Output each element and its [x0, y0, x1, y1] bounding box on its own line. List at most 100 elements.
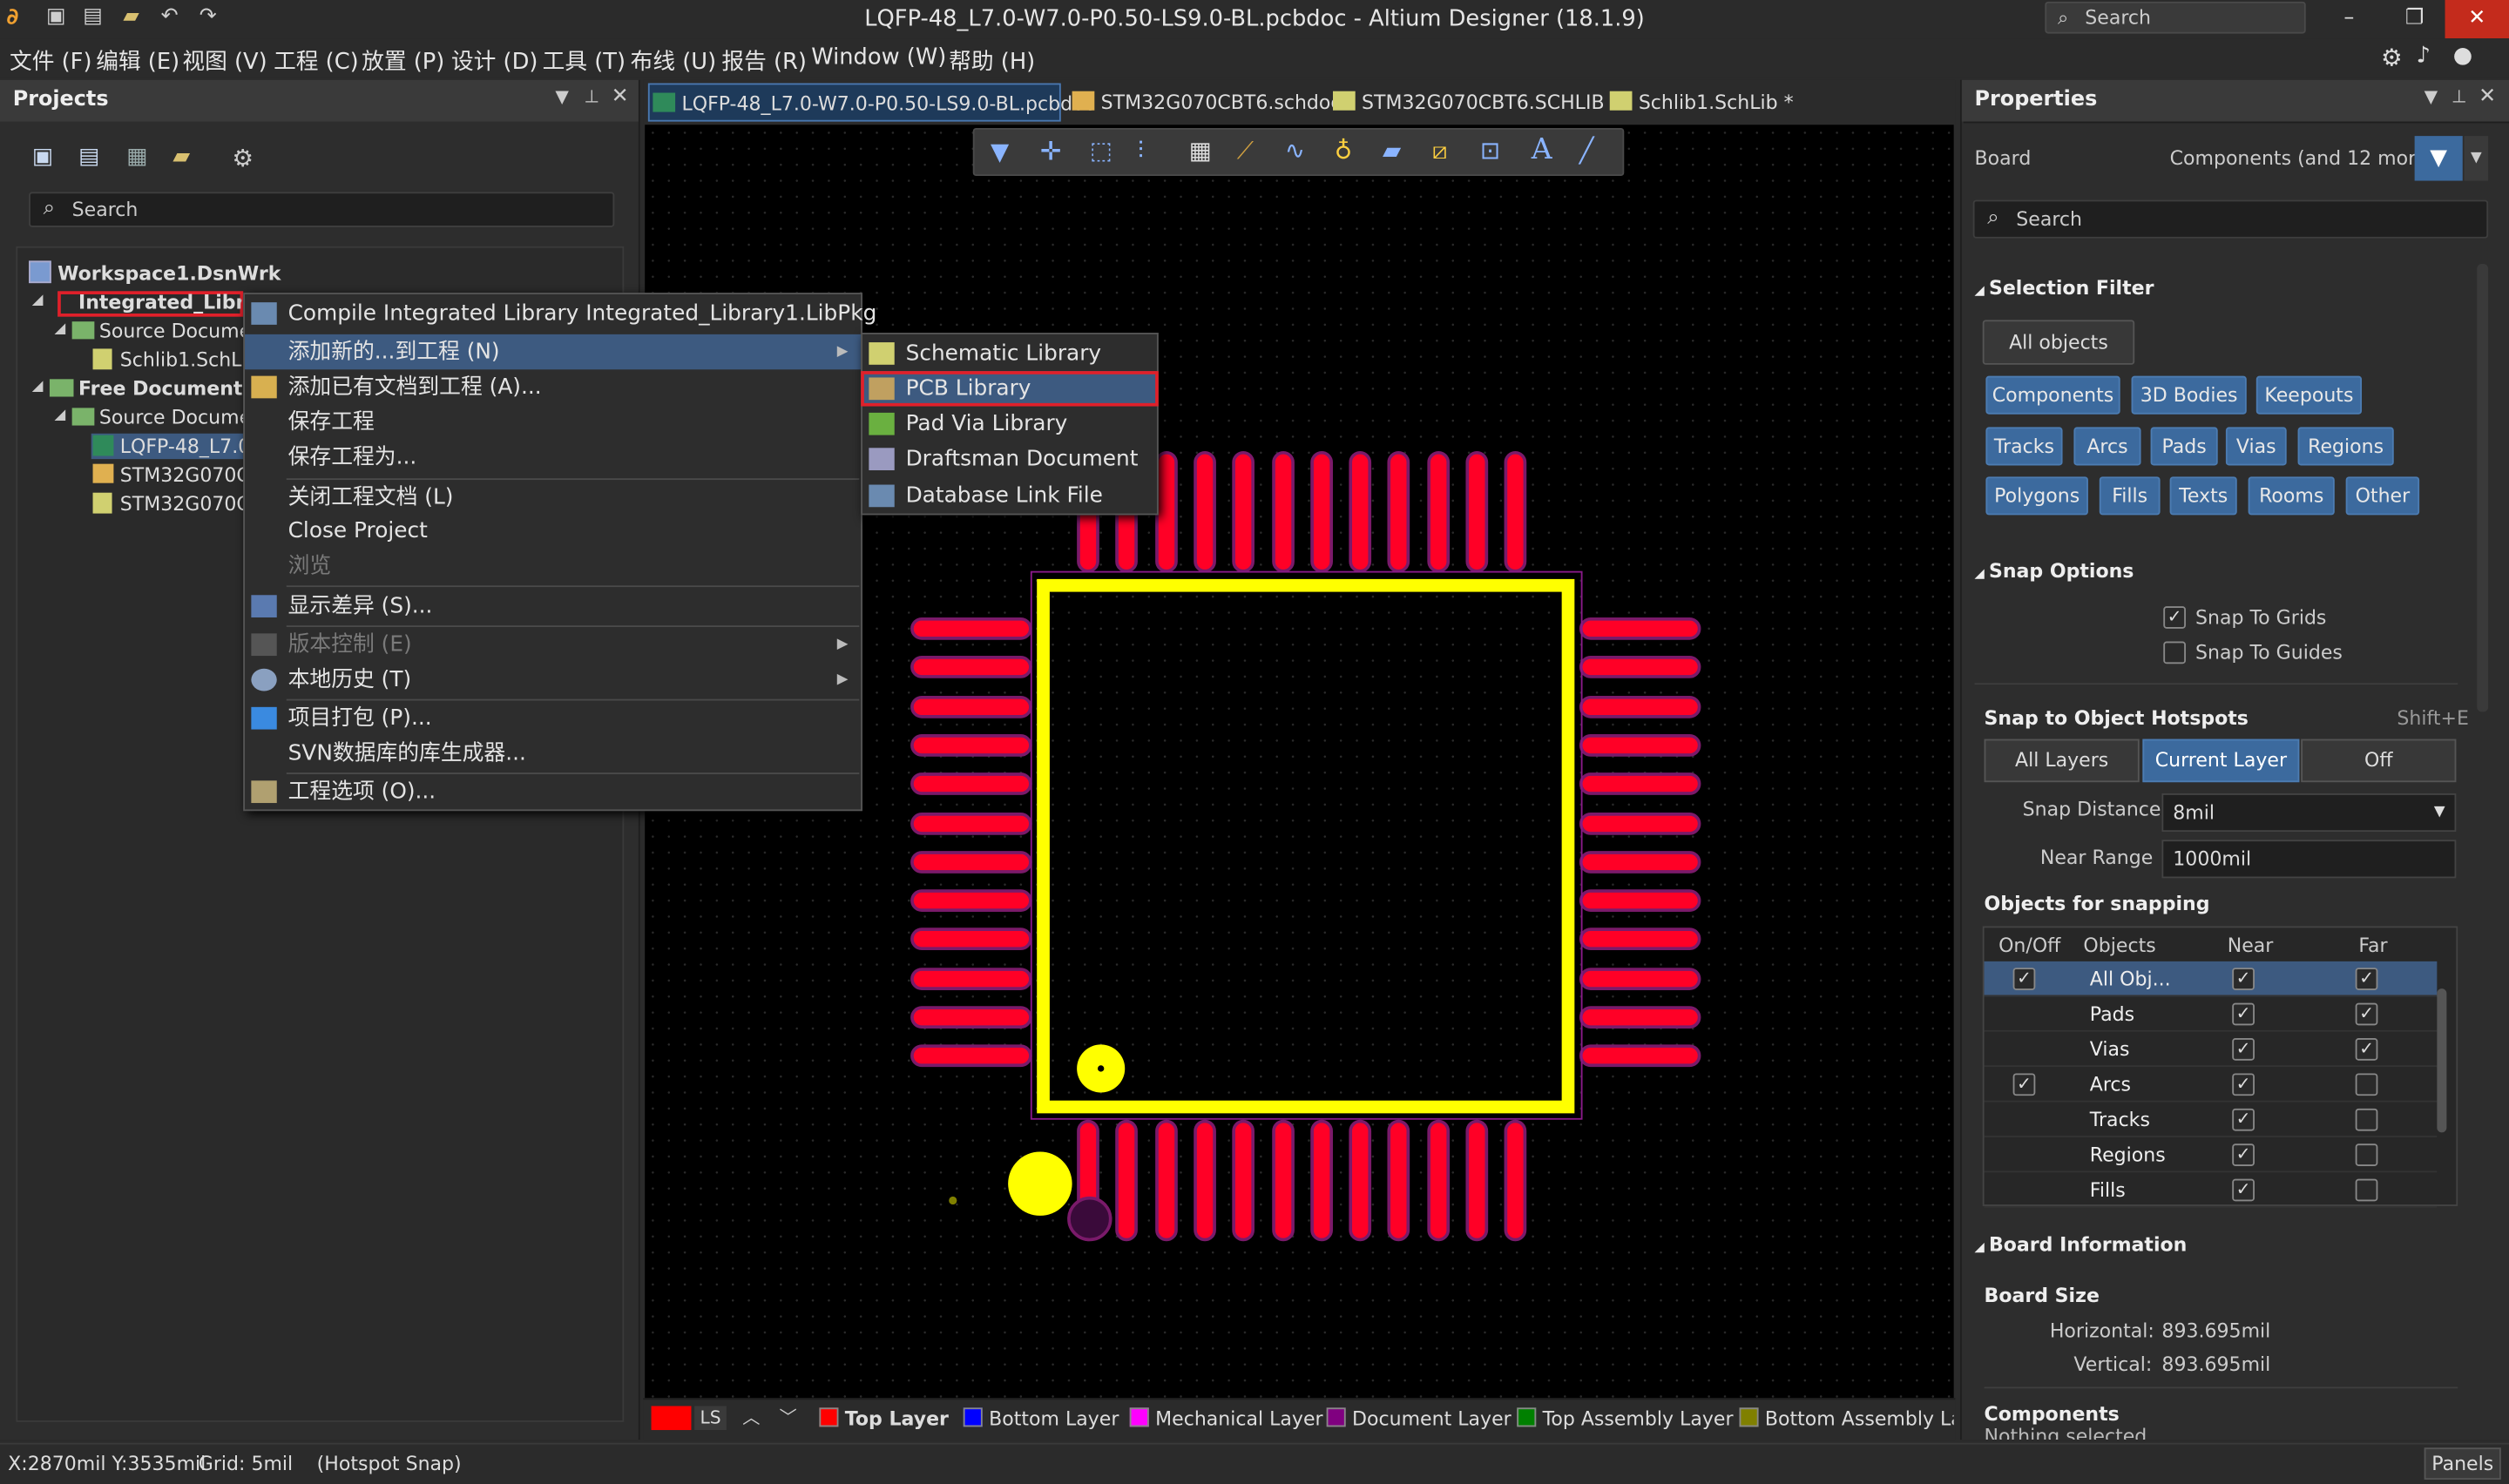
far-checkbox[interactable]: ✓ — [2355, 1038, 2378, 1061]
pad[interactable] — [910, 695, 1032, 718]
menu-save-project-as[interactable]: 保存工程为... — [245, 440, 861, 475]
far-checkbox[interactable] — [2355, 1143, 2378, 1166]
menu-window[interactable]: Window (W) — [811, 44, 946, 70]
layer-tab[interactable]: Mechanical Layer — [1126, 1405, 1323, 1433]
current-layer-toggle[interactable]: Current Layer — [2142, 739, 2300, 783]
menu-edit[interactable]: 编辑 (E) — [96, 44, 179, 77]
component-icon[interactable]: ▦ — [1189, 136, 1212, 165]
on-off-checkbox[interactable] — [2013, 1038, 2036, 1061]
pad[interactable] — [1579, 733, 1701, 757]
tree-source-documents-1[interactable]: Source Documents — [99, 320, 247, 342]
properties-scrollbar[interactable] — [2477, 264, 2489, 712]
filter-regions-button[interactable]: Regions — [2297, 427, 2394, 466]
pad[interactable] — [1194, 450, 1216, 573]
layer-tab[interactable]: Document Layer — [1323, 1405, 1511, 1433]
pad[interactable] — [1154, 1119, 1178, 1242]
panel-close-icon[interactable]: ✕ — [2479, 84, 2496, 109]
menu-local-history[interactable]: 本地历史 (T) ▶ — [245, 662, 861, 697]
pad[interactable] — [1271, 1119, 1295, 1242]
tree-integrated-library[interactable]: Integrated_Library1.LibPkg — [78, 291, 241, 314]
properties-search-input[interactable]: ⌕ Search — [1972, 199, 2489, 239]
all-objects-button[interactable]: All objects — [1982, 320, 2135, 365]
snap-to-grids-checkbox[interactable]: ✓ — [2163, 606, 2186, 629]
panel-close-icon[interactable]: ✕ — [612, 84, 629, 109]
submenu-schematic-library[interactable]: Schematic Library — [862, 336, 1157, 371]
user-icon[interactable]: ● — [2453, 44, 2472, 69]
projects-search-input[interactable]: ⌕ Search — [29, 192, 615, 227]
near-checkbox[interactable]: ✓ — [2232, 1002, 2255, 1026]
pad[interactable] — [1388, 450, 1410, 573]
maximize-button[interactable]: ❐ — [2387, 0, 2441, 38]
pad[interactable] — [1579, 695, 1701, 718]
menu-add-existing[interactable]: 添加已有文档到工程 (A)... — [245, 369, 861, 404]
menu-tools[interactable]: 工具 (T) — [543, 44, 626, 77]
pad[interactable] — [1579, 1044, 1701, 1068]
menu-project[interactable]: 工程 (C) — [274, 44, 359, 77]
menu-add-new-to-project[interactable]: 添加新的...到工程 (N) ▶ — [245, 334, 862, 370]
snap-to-guides-checkbox[interactable] — [2163, 641, 2186, 664]
pad[interactable] — [910, 889, 1032, 913]
menu-view[interactable]: 视图 (V) — [182, 44, 267, 77]
filter-components-button[interactable]: Components — [1985, 375, 2120, 415]
track-icon[interactable]: ⧄ — [1432, 136, 1448, 165]
components-filter-label[interactable]: Components (and 12 more) — [2170, 147, 2435, 170]
snap-distance-select[interactable]: 8mil ▼ — [2161, 793, 2457, 833]
far-checkbox[interactable]: ✓ — [2355, 968, 2378, 990]
pad[interactable] — [1579, 617, 1701, 640]
pad[interactable] — [1271, 450, 1295, 573]
pad[interactable] — [910, 656, 1032, 679]
menu-project-options[interactable]: 工程选项 (O)... — [245, 774, 861, 809]
pad[interactable] — [1579, 928, 1701, 951]
near-checkbox[interactable]: ✓ — [2232, 1143, 2255, 1166]
pin-icon[interactable]: ⊥ — [584, 86, 599, 107]
pad[interactable] — [1579, 850, 1701, 874]
table-scrollbar[interactable] — [2437, 988, 2447, 1133]
off-toggle[interactable]: Off — [2301, 739, 2457, 783]
menu-version-control[interactable]: 版本控制 (E) ▶ — [245, 627, 861, 662]
pad[interactable] — [1465, 1119, 1489, 1242]
via-icon[interactable]: ♁ — [1335, 136, 1352, 165]
tab-stm-schdoc[interactable]: STM32G070CBT6.schdoc — [1069, 84, 1342, 122]
submenu-draftsman-document[interactable]: Draftsman Document — [862, 442, 1157, 476]
pad[interactable] — [1232, 1119, 1255, 1242]
filter-rooms-button[interactable]: Rooms — [2248, 476, 2335, 516]
tree-schlib1[interactable]: Schlib1.SchLib — [120, 348, 260, 371]
menu-close-project-docs[interactable]: 关闭工程文档 (L) — [245, 480, 861, 515]
expand-arrow-icon[interactable]: ◢ — [54, 321, 65, 337]
chevron-down-icon[interactable]: ▼ — [2464, 136, 2489, 181]
menu-explore[interactable]: 浏览 — [245, 549, 861, 583]
expand-arrow-icon[interactable]: ◢ — [54, 408, 65, 423]
filter-keepouts-button[interactable]: Keepouts — [2255, 375, 2363, 415]
on-off-checkbox[interactable]: ✓ — [2012, 1073, 2036, 1096]
compare-icon[interactable]: ▦ — [126, 144, 147, 169]
dimension-icon[interactable]: ⊡ — [1480, 136, 1500, 165]
menu-reports[interactable]: 报告 (R) — [721, 44, 807, 77]
on-off-checkbox[interactable] — [2013, 1109, 2036, 1131]
layer-tab[interactable]: Top Layer — [816, 1405, 949, 1433]
close-button[interactable]: ✕ — [2445, 0, 2509, 39]
menu-compile-library[interactable]: Compile Integrated Library Integrated_Li… — [245, 296, 876, 331]
near-checkbox[interactable]: ✓ — [2232, 1178, 2255, 1202]
on-off-checkbox[interactable] — [2013, 1179, 2036, 1202]
pad[interactable] — [910, 1006, 1032, 1029]
menu-project-packager[interactable]: 项目打包 (P)... — [245, 700, 861, 735]
settings-icon[interactable]: ⚙ — [2381, 44, 2403, 72]
crosshair-icon[interactable]: ✛ — [1040, 136, 1062, 166]
pad[interactable] — [1426, 1119, 1450, 1242]
menu-route[interactable]: 布线 (U) — [631, 44, 716, 77]
far-checkbox[interactable] — [2355, 1178, 2378, 1202]
filter-icon[interactable]: ▼ — [991, 138, 1009, 166]
filter-texts-button[interactable]: Texts — [2169, 476, 2237, 516]
tab-schlib1[interactable]: Schlib1.SchLib * — [1606, 84, 1798, 122]
pad[interactable] — [910, 850, 1032, 874]
expand-arrow-icon[interactable]: ◢ — [32, 379, 44, 395]
pad[interactable] — [910, 928, 1032, 951]
pad[interactable] — [1115, 1119, 1139, 1242]
selection-filter-title[interactable]: ◢ Selection Filter — [1975, 277, 2154, 300]
tab-stm-schlib[interactable]: STM32G070CBT6.SCHLIB * — [1329, 84, 1620, 122]
panel-menu-icon[interactable]: ▼ — [555, 86, 569, 107]
filter-pads-button[interactable]: Pads — [2150, 427, 2218, 466]
pad[interactable] — [1579, 772, 1701, 796]
filter-polygons-button[interactable]: Polygons — [1985, 476, 2088, 516]
near-checkbox[interactable]: ✓ — [2232, 1108, 2255, 1131]
